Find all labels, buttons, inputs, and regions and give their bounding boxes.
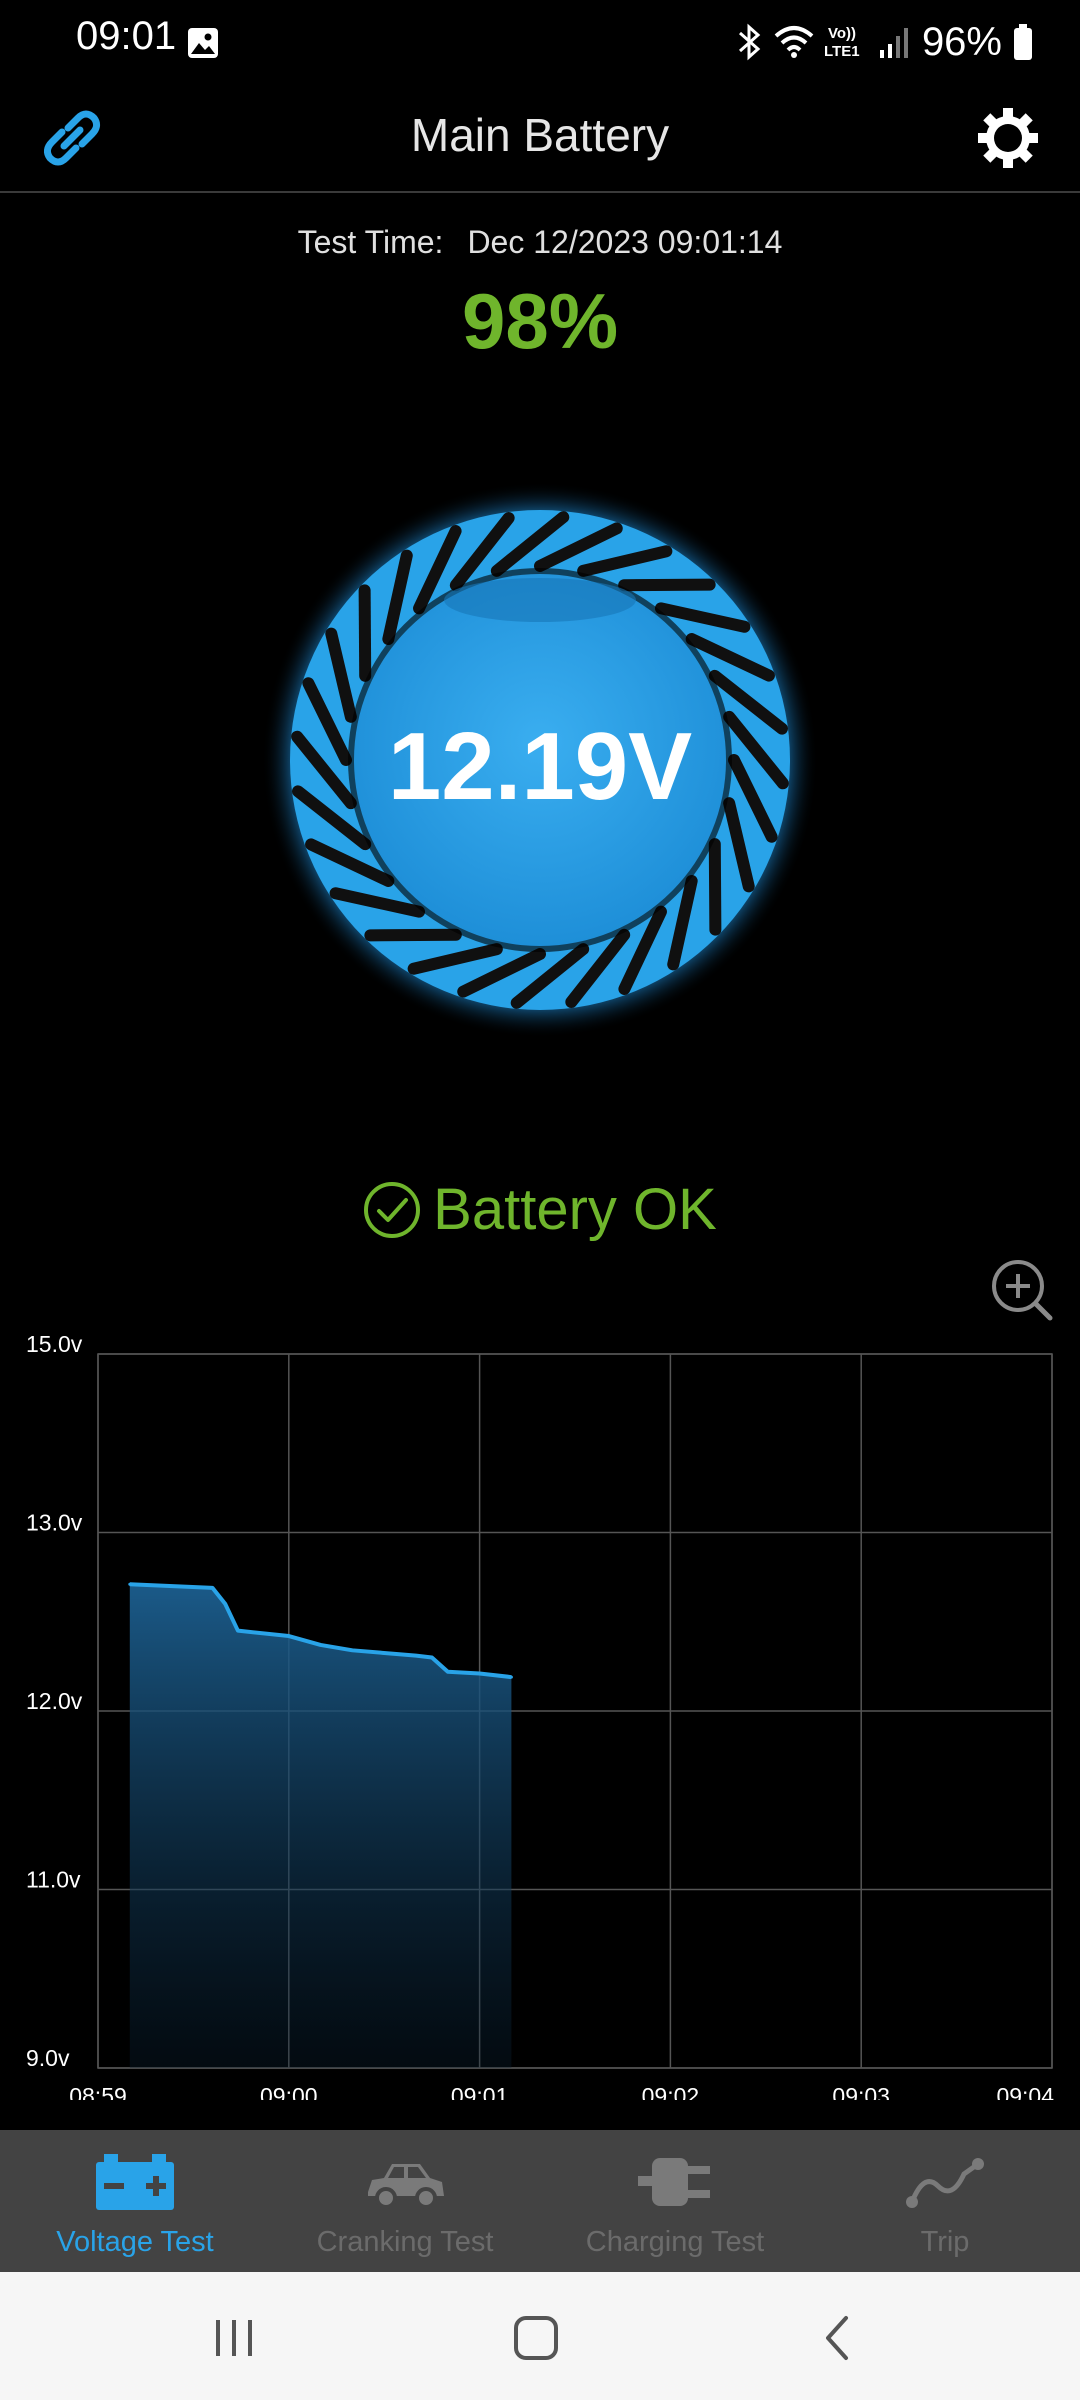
x-tick-label: 09:04 bbox=[996, 2083, 1054, 2100]
y-tick-label: 15.0v bbox=[26, 1331, 83, 1357]
nav-label: Cranking Test bbox=[316, 2226, 494, 2258]
svg-text:Vo)): Vo)) bbox=[828, 25, 856, 42]
nav-voltage-test[interactable]: Voltage Test bbox=[0, 2130, 270, 2272]
voltage-value: 12.19V bbox=[387, 713, 693, 820]
data-point bbox=[287, 1634, 291, 1638]
settings-gear-icon[interactable] bbox=[974, 104, 1042, 172]
x-tick-label: 09:01 bbox=[451, 2083, 509, 2100]
y-tick-label: 9.0v bbox=[26, 2045, 70, 2071]
data-point bbox=[210, 1586, 214, 1590]
x-tick-label: 08:59 bbox=[69, 2083, 127, 2100]
nav-cranking-test[interactable]: Cranking Test bbox=[270, 2130, 540, 2272]
test-time-value: Dec 12/2023 09:01:14 bbox=[467, 224, 783, 260]
bottom-nav: Voltage Test Cranking Test Charging Test… bbox=[0, 2130, 1080, 2272]
check-circle-icon bbox=[364, 1181, 421, 1238]
route-icon bbox=[906, 2158, 984, 2208]
data-point bbox=[478, 1672, 482, 1676]
zoom-in-icon[interactable] bbox=[990, 1258, 1054, 1322]
gauge-blade bbox=[708, 838, 722, 936]
nav-label: Charging Test bbox=[585, 2226, 765, 2258]
series-area bbox=[129, 1584, 512, 2068]
x-tick-label: 09:00 bbox=[260, 2083, 318, 2100]
nav-label: Trip bbox=[920, 2226, 970, 2258]
volte-lte1-icon: Vo)) LTE1 bbox=[824, 25, 860, 60]
battery-status: Battery OK bbox=[0, 1176, 1080, 1243]
data-point bbox=[319, 1643, 323, 1647]
page-title: Main Battery bbox=[410, 109, 670, 161]
data-point bbox=[223, 1602, 227, 1606]
y-axis-ticks: 15.0v 13.0v 12.0v 11.0v 9.0v bbox=[26, 1331, 83, 2071]
nav-trip[interactable]: Trip bbox=[810, 2130, 1080, 2272]
nav-charging-test[interactable]: Charging Test bbox=[540, 2130, 810, 2272]
data-point bbox=[430, 1655, 434, 1659]
battery-status-text: Battery OK bbox=[433, 1177, 717, 1242]
y-tick-label: 12.0v bbox=[26, 1688, 83, 1714]
data-point bbox=[509, 1675, 513, 1679]
data-point bbox=[236, 1629, 240, 1633]
car-icon bbox=[368, 2164, 444, 2209]
home-icon[interactable] bbox=[506, 2308, 566, 2368]
battery-icon bbox=[96, 2154, 174, 2210]
signal-icon bbox=[879, 28, 908, 58]
battery-percent: 96% bbox=[921, 19, 1002, 64]
chart-area bbox=[128, 1582, 513, 2068]
bluetooth-icon bbox=[738, 23, 761, 61]
status-time: 09:01 bbox=[76, 14, 177, 58]
gauge-blade bbox=[364, 928, 462, 942]
nav-label: Voltage Test bbox=[56, 2226, 214, 2258]
y-tick-label: 13.0v bbox=[26, 1510, 83, 1536]
wifi-icon bbox=[774, 26, 814, 58]
plug-icon bbox=[638, 2158, 710, 2206]
gauge-blade bbox=[618, 578, 716, 592]
state-of-charge: 98% bbox=[461, 277, 619, 365]
test-time-label: Test Time: bbox=[297, 224, 444, 260]
x-axis-ticks: 08:59 09:00 09:01 09:02 09:03 09:04 bbox=[69, 2083, 1054, 2100]
status-icons: Vo)) LTE1 96% bbox=[734, 14, 1034, 70]
y-tick-label: 11.0v bbox=[26, 1867, 81, 1893]
voltage-chart: 15.0v 13.0v 12.0v 11.0v 9.0v 08:59 09:00 09:01… bbox=[26, 1331, 1054, 2100]
app-bar: Main Battery bbox=[0, 86, 1080, 193]
svg-text:LTE1: LTE1 bbox=[824, 43, 860, 60]
gallery-icon bbox=[188, 28, 218, 58]
data-point bbox=[414, 1654, 418, 1658]
battery-icon bbox=[1014, 24, 1032, 60]
data-point bbox=[446, 1670, 450, 1674]
back-icon[interactable] bbox=[808, 2308, 868, 2368]
data-point bbox=[128, 1582, 132, 1586]
test-time: Test Time: Dec 12/2023 09:01:14 bbox=[0, 224, 1080, 261]
gauge-blade bbox=[358, 584, 372, 682]
data-point bbox=[350, 1648, 354, 1652]
x-tick-label: 09:02 bbox=[642, 2083, 700, 2100]
system-nav-bar bbox=[0, 2272, 1080, 2400]
recents-icon[interactable] bbox=[204, 2308, 264, 2368]
x-tick-label: 09:03 bbox=[832, 2083, 890, 2100]
